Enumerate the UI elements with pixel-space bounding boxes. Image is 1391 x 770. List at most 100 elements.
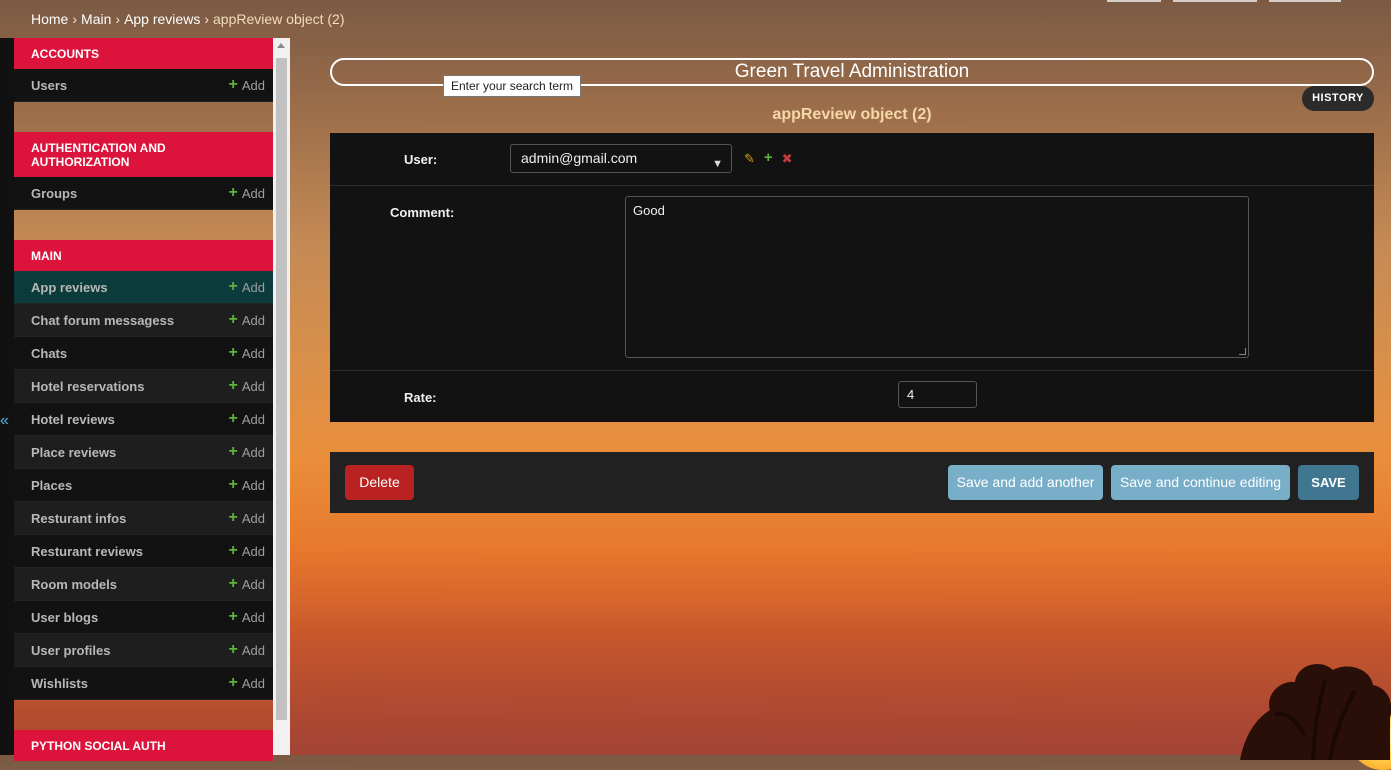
module-title-auth[interactable]: Authentication and Authorization — [14, 132, 273, 177]
add-label: Add — [241, 77, 265, 93]
add-link[interactable]: + Add — [229, 378, 265, 394]
add-label: Add — [241, 444, 265, 460]
sidebar-item-app-reviews[interactable]: App reviews + Add — [14, 271, 273, 304]
sidebar-item-hotel-reviews[interactable]: Hotel reviews + Add — [14, 403, 273, 436]
delete-button[interactable]: Delete — [345, 465, 414, 500]
add-link[interactable]: + Add — [229, 576, 265, 592]
module-title-accounts[interactable]: Accounts — [14, 38, 273, 69]
breadcrumb-current: appReview object (2) — [213, 11, 345, 27]
sidebar-item-room-models[interactable]: Room models + Add — [14, 568, 273, 601]
model-link[interactable]: Chats — [31, 346, 67, 361]
model-link[interactable]: App reviews — [31, 280, 108, 295]
plus-icon[interactable]: + — [764, 150, 773, 167]
model-link[interactable]: Hotel reviews — [31, 412, 115, 427]
sidebar-item-user-profiles[interactable]: User profiles + Add — [14, 634, 273, 667]
save-continue-button[interactable]: Save and continue editing — [1111, 465, 1290, 500]
top-tab[interactable] — [1269, 0, 1341, 2]
breadcrumb-app-reviews[interactable]: App reviews — [124, 11, 200, 27]
form-row-comment: Comment: Good — [330, 186, 1374, 371]
top-bar: Home › Main › App reviews › appReview object (… — [0, 0, 1391, 38]
sidebar-item-user-blogs[interactable]: User blogs + Add — [14, 601, 273, 634]
user-select-value: admin@gmail.com — [521, 150, 638, 166]
sidebar-item-wishlists[interactable]: Wishlists + Add — [14, 667, 273, 700]
model-link[interactable]: User profiles — [31, 643, 110, 658]
add-link[interactable]: + Add — [229, 312, 265, 328]
add-link[interactable]: + Add — [229, 444, 265, 460]
top-tab[interactable] — [1173, 0, 1257, 2]
module-title-main[interactable]: Main — [14, 240, 273, 271]
module-title-python-social-auth[interactable]: Python Social Auth — [14, 730, 273, 761]
add-link[interactable]: + Add — [229, 543, 265, 559]
add-link[interactable]: + Add — [229, 345, 265, 361]
add-link[interactable]: + Add — [229, 77, 265, 93]
sidebar-item-place-reviews[interactable]: Place reviews + Add — [14, 436, 273, 469]
sidebar-item-places[interactable]: Places + Add — [14, 469, 273, 502]
add-link[interactable]: + Add — [229, 279, 265, 295]
module-main: Main App reviews + Add Chat forum message… — [14, 240, 273, 700]
plus-icon: + — [228, 410, 238, 427]
search-tooltip: Enter your search term — [443, 75, 582, 97]
chevron-down-icon: ▼ — [712, 158, 723, 170]
add-label: Add — [241, 543, 265, 559]
breadcrumb-main[interactable]: Main — [81, 11, 111, 27]
sidebar-item-chats[interactable]: Chats + Add — [14, 337, 273, 370]
model-link[interactable]: Places — [31, 478, 72, 493]
breadcrumb-separator: › — [72, 11, 78, 27]
user-select[interactable]: admin@gmail.com ▼ — [510, 144, 732, 173]
scroll-up-arrow-icon[interactable] — [277, 43, 285, 48]
add-label: Add — [241, 510, 265, 526]
breadcrumb-home[interactable]: Home — [31, 11, 68, 27]
module-auth: Authentication and Authorization Groups … — [14, 132, 273, 210]
sidebar-item-chat-forum-messagess[interactable]: Chat forum messagess + Add — [14, 304, 273, 337]
model-link[interactable]: Hotel reservations — [31, 379, 144, 394]
model-link[interactable]: Resturant reviews — [31, 544, 143, 559]
save-add-another-button[interactable]: Save and add another — [948, 465, 1103, 500]
top-tab[interactable] — [1107, 0, 1161, 2]
scrollbar-thumb[interactable] — [276, 58, 287, 720]
add-label: Add — [241, 378, 265, 394]
comment-label: Comment: — [390, 205, 455, 220]
breadcrumb-separator: › — [115, 11, 121, 27]
plus-icon: + — [228, 377, 238, 394]
model-link[interactable]: Groups — [31, 186, 77, 201]
add-link[interactable]: + Add — [229, 675, 265, 691]
change-form: User: admin@gmail.com ▼ ✎ + ✖ Comment: G… — [330, 133, 1374, 422]
sidebar-item-resturant-infos[interactable]: Resturant infos + Add — [14, 502, 273, 535]
plus-icon: + — [228, 575, 238, 592]
plus-icon: + — [228, 311, 238, 328]
add-link[interactable]: + Add — [229, 642, 265, 658]
plus-icon: + — [228, 443, 238, 460]
model-link[interactable]: Place reviews — [31, 445, 116, 460]
add-link[interactable]: + Add — [229, 609, 265, 625]
add-label: Add — [241, 675, 265, 691]
main-content: Green Travel Administration Enter your s… — [290, 38, 1391, 755]
resize-handle-icon[interactable] — [1239, 348, 1246, 355]
breadcrumb-separator: › — [204, 11, 209, 27]
add-link[interactable]: + Add — [229, 411, 265, 427]
save-button[interactable]: SAVE — [1298, 465, 1359, 500]
rate-input[interactable]: 4 — [898, 381, 977, 408]
collapse-sidebar-icon[interactable]: « — [0, 412, 9, 430]
form-row-user: User: admin@gmail.com ▼ ✎ + ✖ — [330, 133, 1374, 186]
model-link[interactable]: User blogs — [31, 610, 98, 625]
add-link[interactable]: + Add — [229, 185, 265, 201]
model-link[interactable]: Resturant infos — [31, 511, 126, 526]
sidebar-item-users[interactable]: Users + Add — [14, 69, 273, 102]
plus-icon: + — [228, 641, 238, 658]
model-link[interactable]: Room models — [31, 577, 117, 592]
sidebar-item-groups[interactable]: Groups + Add — [14, 177, 273, 210]
plus-icon: + — [228, 184, 238, 201]
model-link[interactable]: Wishlists — [31, 676, 88, 691]
comment-textarea[interactable]: Good — [625, 196, 1249, 358]
sidebar-item-hotel-reservations[interactable]: Hotel reservations + Add — [14, 370, 273, 403]
add-link[interactable]: + Add — [229, 510, 265, 526]
model-link[interactable]: Chat forum messagess — [31, 313, 174, 328]
module-accounts: Accounts Users + Add — [14, 38, 273, 102]
sidebar-item-resturant-reviews[interactable]: Resturant reviews + Add — [14, 535, 273, 568]
pencil-icon[interactable]: ✎ — [744, 151, 755, 167]
add-link[interactable]: + Add — [229, 477, 265, 493]
delete-icon[interactable]: ✖ — [782, 151, 793, 167]
add-label: Add — [241, 477, 265, 493]
model-link[interactable]: Users — [31, 78, 67, 93]
related-widget-icons: ✎ + ✖ — [744, 150, 793, 167]
